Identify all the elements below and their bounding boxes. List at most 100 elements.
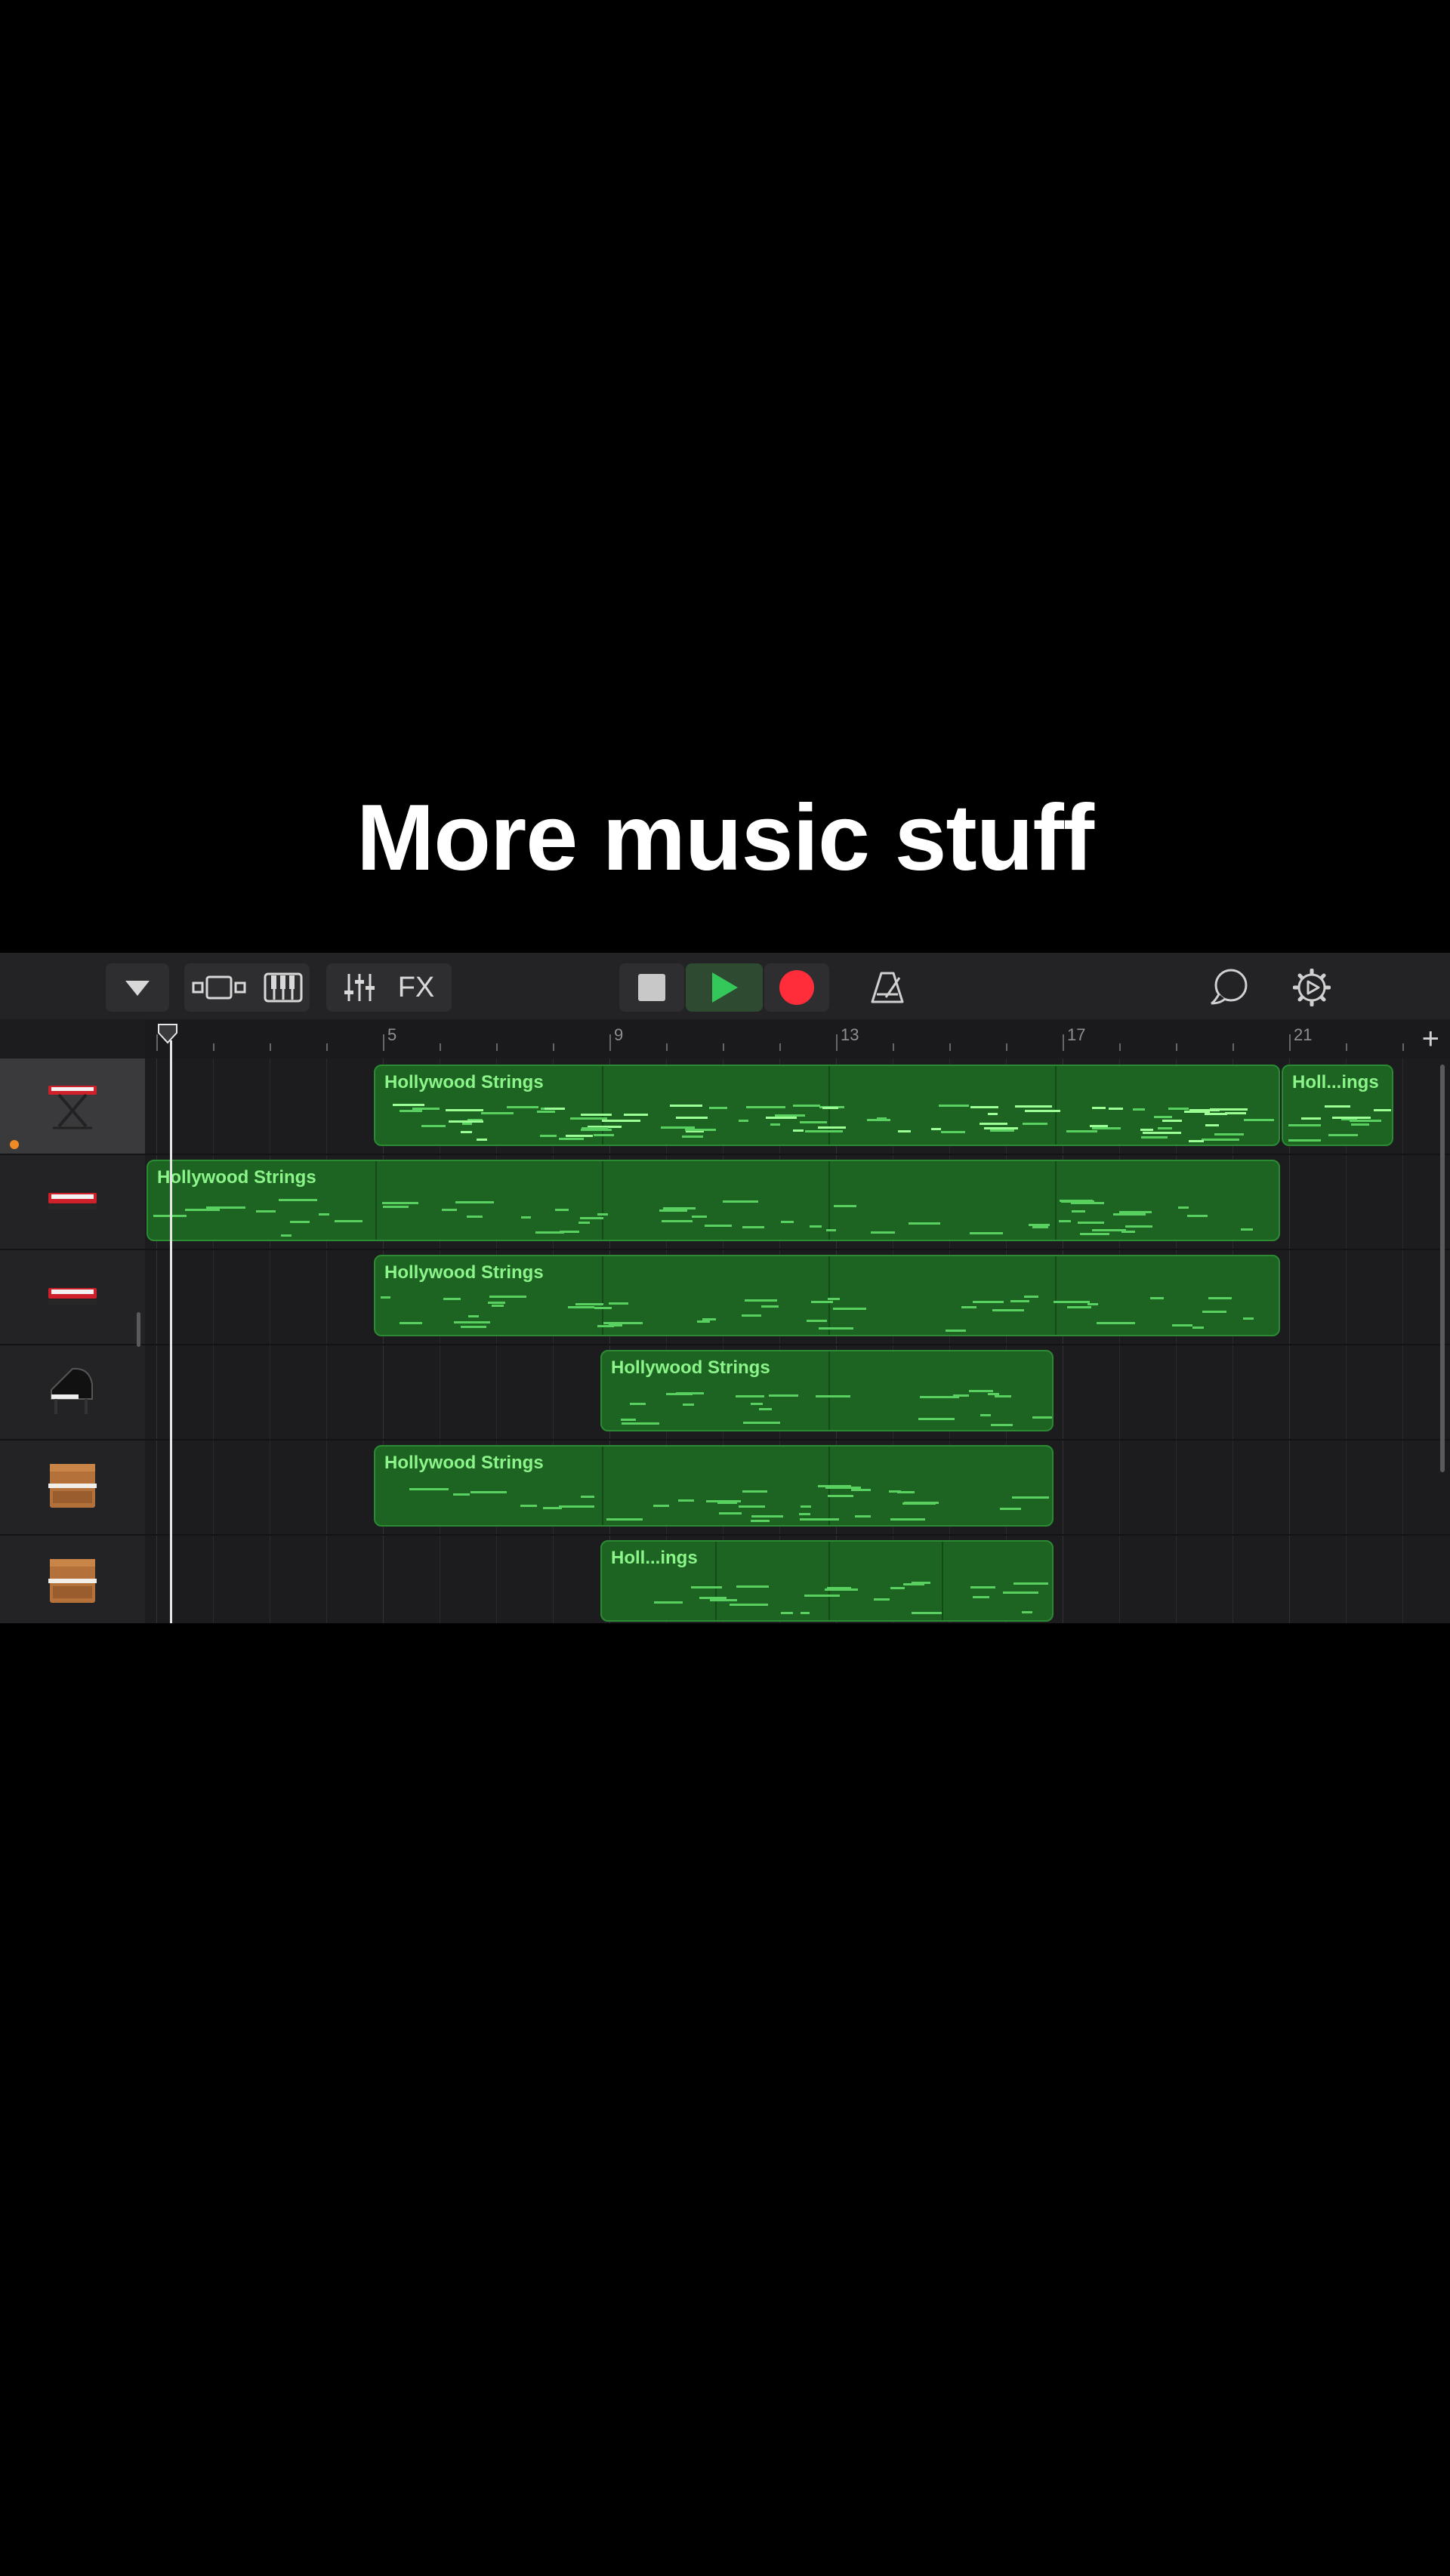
midi-note <box>902 1583 925 1586</box>
video-caption: More music stuff <box>356 786 1094 890</box>
keyboard-button[interactable] <box>264 972 303 1003</box>
midi-note <box>662 1219 693 1222</box>
ruler-tick <box>1346 1043 1347 1051</box>
midi-note <box>581 1114 612 1117</box>
midi-note <box>653 1504 669 1507</box>
midi-note <box>662 1207 696 1210</box>
midi-note <box>1158 1127 1172 1130</box>
loop-browser-button[interactable] <box>1204 963 1257 1012</box>
midi-note <box>750 1403 764 1406</box>
record-icon <box>779 970 814 1005</box>
midi-region[interactable]: Holl...ings <box>1282 1065 1393 1146</box>
midi-region[interactable]: Hollywood Strings <box>147 1160 1280 1241</box>
midi-note <box>669 1105 702 1108</box>
vertical-scrollbar[interactable] <box>1440 1065 1445 1472</box>
midi-note <box>622 1422 660 1425</box>
playhead-handle-icon[interactable] <box>156 1022 179 1045</box>
region-label: Hollywood Strings <box>157 1167 316 1188</box>
midi-note <box>382 1206 409 1209</box>
midi-note <box>1208 1297 1232 1300</box>
midi-note <box>980 1413 991 1416</box>
track-header-1[interactable] <box>0 1058 145 1155</box>
ruler-bar-number: 21 <box>1294 1025 1313 1044</box>
midi-note <box>461 1326 487 1329</box>
midi-note <box>811 1300 833 1303</box>
track-lane[interactable]: Hollywood Strings <box>145 1154 1450 1250</box>
midi-note <box>1141 1136 1168 1139</box>
track-header-2[interactable] <box>0 1154 145 1250</box>
midi-note <box>970 1585 996 1588</box>
midi-note <box>1288 1139 1322 1142</box>
midi-note <box>1054 1300 1090 1303</box>
midi-note <box>399 1110 422 1113</box>
midi-note <box>825 1486 861 1489</box>
midi-note <box>481 1111 514 1114</box>
metronome-button[interactable] <box>861 963 914 1012</box>
view-toggle-button[interactable] <box>191 974 247 1001</box>
mixer-button[interactable] <box>344 972 375 1003</box>
track-lane[interactable]: Hollywood Strings <box>145 1439 1450 1536</box>
midi-note <box>449 1120 483 1123</box>
playhead[interactable] <box>170 1040 172 1623</box>
midi-note <box>898 1129 912 1132</box>
track-lane[interactable]: Hollywood Strings <box>145 1249 1450 1345</box>
midi-region[interactable]: Hollywood Strings <box>374 1445 1054 1527</box>
ruler-tick <box>496 1043 498 1051</box>
midi-note <box>1168 1108 1189 1111</box>
tracks-area[interactable]: Hollywood Strings Holl...ings Hollywood St… <box>145 1058 1450 1623</box>
track-lane[interactable]: Hollywood Strings Holl...ings <box>145 1058 1450 1155</box>
midi-note <box>817 1126 847 1129</box>
midi-note <box>1154 1116 1173 1119</box>
header-resize-handle[interactable] <box>137 1312 140 1347</box>
record-button[interactable] <box>764 963 829 1012</box>
midi-note <box>1013 1582 1049 1585</box>
track-lane[interactable]: Hollywood Strings <box>145 1344 1450 1441</box>
midi-note <box>1125 1225 1153 1228</box>
midi-note <box>559 1230 579 1233</box>
midi-note <box>804 1129 843 1132</box>
track-header-6[interactable] <box>0 1534 145 1623</box>
midi-note <box>696 1320 710 1323</box>
midi-note <box>851 1488 872 1491</box>
midi-note <box>466 1216 483 1219</box>
add-track-button[interactable]: + <box>1422 1022 1439 1055</box>
midi-note <box>969 1390 994 1393</box>
midi-note <box>442 1209 457 1212</box>
timeline-ruler[interactable]: + 5913172125293337414 <box>145 1019 1450 1060</box>
settings-button[interactable] <box>1285 963 1338 1012</box>
region-divider <box>828 1351 830 1430</box>
midi-note <box>1133 1108 1146 1111</box>
track-header-3[interactable] <box>0 1249 145 1345</box>
midi-note <box>941 1130 966 1133</box>
midi-note <box>620 1419 636 1422</box>
midi-note <box>461 1123 473 1126</box>
track-menu-button[interactable] <box>106 963 169 1012</box>
midi-note <box>1067 1305 1092 1308</box>
midi-region[interactable]: Holl...ings <box>600 1540 1054 1622</box>
midi-note <box>468 1315 480 1318</box>
midi-note <box>1325 1105 1350 1108</box>
ruler-tick <box>666 1043 668 1051</box>
loop-browser-icon <box>1211 969 1248 1005</box>
midi-note <box>742 1422 780 1425</box>
midi-note <box>540 1135 557 1138</box>
midi-region[interactable]: Hollywood Strings <box>374 1065 1280 1146</box>
play-button[interactable] <box>686 963 763 1012</box>
region-divider <box>602 1447 603 1525</box>
track-lane[interactable]: Holl...ings <box>145 1534 1450 1623</box>
midi-note <box>912 1611 942 1614</box>
ruler-bar-number: 13 <box>841 1025 859 1044</box>
midi-note <box>665 1392 693 1395</box>
fx-button[interactable]: FX <box>398 972 435 1003</box>
midi-note <box>1071 1202 1105 1205</box>
midi-region[interactable]: Hollywood Strings <box>374 1255 1280 1336</box>
midi-note <box>520 1505 537 1508</box>
stop-button[interactable] <box>619 963 684 1012</box>
midi-note <box>973 1300 1004 1303</box>
midi-region[interactable]: Hollywood Strings <box>600 1350 1054 1431</box>
midi-note <box>568 1306 594 1309</box>
track-header-5[interactable] <box>0 1439 145 1536</box>
track-header-4[interactable] <box>0 1344 145 1441</box>
midi-note <box>1140 1129 1154 1132</box>
ruler-tick <box>949 1043 951 1051</box>
